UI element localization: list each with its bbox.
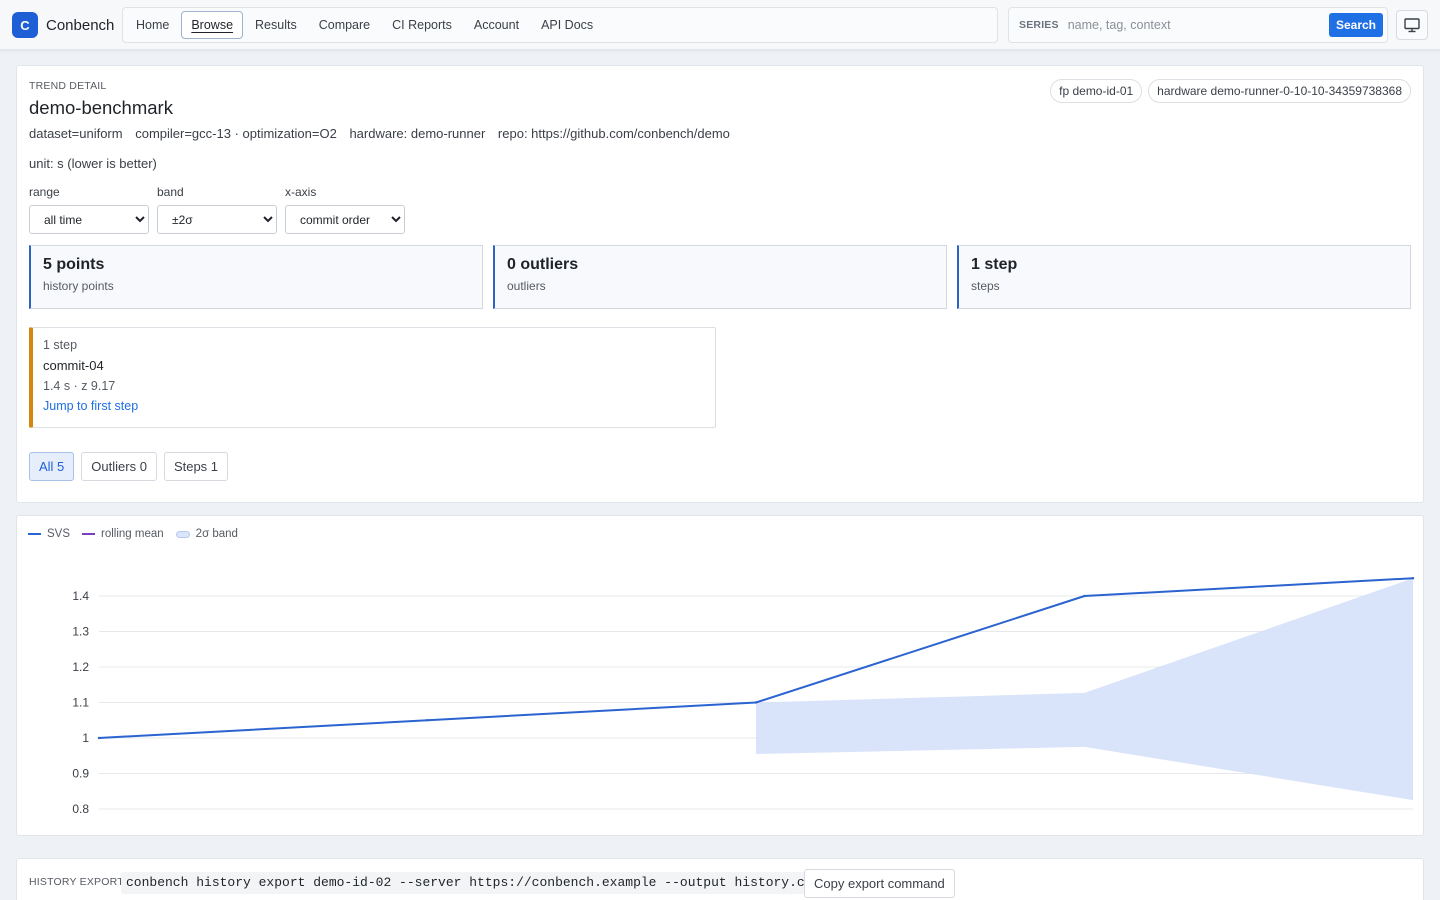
nav-account[interactable]: Account: [464, 11, 529, 39]
hardware-pill: hardware demo-runner-0-10-10-34359738368: [1148, 79, 1411, 103]
legend-label: 2σ band: [195, 528, 238, 540]
chart-legend: SVS rolling mean 2σ band: [28, 528, 238, 540]
meta-repo: repo: https://github.com/conbench/demo: [497, 126, 730, 141]
export-command: conbench history export demo-id-02 --ser…: [121, 872, 826, 894]
legend-item-svs[interactable]: SVS: [28, 528, 70, 540]
step-summary-card: 1 step commit-04 1.4 s · z 9.17 Jump to …: [29, 327, 716, 428]
brand-logo: C: [12, 12, 38, 38]
y-tick-label: 0.8: [72, 802, 89, 816]
y-tick-label: 1.4: [72, 589, 89, 603]
trend-eyebrow: TREND DETAIL: [29, 80, 107, 92]
data-point: [1411, 577, 1415, 580]
x-axis-select[interactable]: commit order: [285, 205, 405, 234]
range-select[interactable]: all time: [29, 205, 149, 234]
trend-pills: fp demo-id-01 hardware demo-runner-0-10-…: [1050, 79, 1411, 103]
point-filters: All 5 Outliers 0 Steps 1: [29, 452, 229, 481]
y-tick-label: 1.2: [72, 660, 89, 674]
x-axis-label: x-axis: [285, 185, 317, 199]
trend-detail-card: TREND DETAIL demo-benchmark fp demo-id-0…: [16, 65, 1424, 503]
series-search: SERIES Search: [1008, 7, 1388, 43]
nav-ci-reports[interactable]: CI Reports: [382, 11, 462, 39]
band-select[interactable]: ±2σ: [157, 205, 277, 234]
data-point: [97, 736, 101, 740]
nav-browse[interactable]: Browse: [181, 11, 244, 39]
stat-value: 0 outliers: [507, 256, 579, 273]
trend-chart[interactable]: 0.8 0.9 1 1.1 1.2 1.3 1.4: [17, 516, 1423, 835]
legend-label: rolling mean: [101, 528, 164, 540]
y-tick-label: 1.1: [72, 696, 89, 710]
x-axis-control: x-axis commit order: [285, 185, 405, 234]
legend-item-rolling-mean[interactable]: rolling mean: [82, 528, 164, 540]
search-label: SERIES: [1019, 19, 1059, 31]
nav-api-docs[interactable]: API Docs: [531, 11, 603, 39]
meta-compiler: compiler=gcc-13 · optimization=O2: [135, 126, 337, 141]
legend-label: SVS: [47, 528, 71, 540]
fingerprint-pill: fp demo-id-01: [1050, 79, 1143, 103]
brand-name: Conbench: [46, 16, 115, 34]
meta-hardware: hardware: demo-runner: [349, 126, 486, 141]
stat-label: history points: [43, 279, 114, 293]
export-label: HISTORY EXPORT: [29, 876, 124, 888]
y-tick-label: 0.9: [72, 767, 89, 781]
legend-item-band[interactable]: 2σ band: [175, 528, 238, 540]
band-control: band ±2σ: [157, 185, 277, 234]
range-control: range all time: [29, 185, 149, 234]
copy-export-button[interactable]: Copy export command: [804, 869, 955, 898]
stat-label: outliers: [507, 279, 546, 293]
sigma-band: [756, 578, 1413, 801]
jump-to-step-link[interactable]: Jump to first step: [43, 399, 138, 413]
nav-home[interactable]: Home: [126, 11, 179, 39]
meta-dataset: dataset=uniform: [29, 126, 123, 141]
stat-value: 1 step: [971, 256, 1018, 273]
band-label: band: [157, 185, 184, 199]
search-input[interactable]: [1067, 18, 1330, 32]
step-detail: 1.4 s · z 9.17: [43, 379, 116, 393]
stat-steps: 1 step steps: [957, 245, 1411, 309]
y-tick-label: 1: [82, 731, 89, 745]
trend-chart-card: 0.8 0.9 1 1.1 1.2 1.3 1.4 SVS rolling mean 2σ …: [16, 515, 1424, 836]
main-nav: Home Browse Results Compare CI Reports A…: [122, 7, 998, 43]
data-point: [426, 719, 429, 722]
filter-all-button[interactable]: All 5: [29, 452, 75, 481]
data-point: [1083, 594, 1086, 598]
legend-swatch: [28, 533, 41, 535]
legend-swatch: [82, 533, 96, 535]
page-title: demo-benchmark: [29, 97, 173, 118]
stat-outliers: 0 outliers outliers: [493, 245, 947, 309]
unit-text: unit: s (lower is better): [29, 156, 157, 171]
stat-label: steps: [971, 279, 1000, 293]
nav-compare[interactable]: Compare: [309, 11, 380, 39]
filter-steps-button[interactable]: Steps 1: [163, 452, 229, 481]
search-button[interactable]: Search: [1329, 13, 1383, 37]
brand[interactable]: C Conbench: [12, 12, 114, 38]
step-heading: 1 step: [43, 338, 78, 352]
range-label: range: [29, 185, 60, 199]
display-toggle-button[interactable]: [1396, 10, 1428, 40]
filter-outliers-button[interactable]: Outliers 0: [81, 452, 157, 481]
stat-value: 5 points: [43, 256, 105, 273]
chart-controls: range all time band ±2σ x-axis commit or…: [29, 185, 405, 234]
stat-points: 5 points history points: [29, 245, 483, 309]
y-tick-label: 1.3: [72, 625, 89, 639]
trend-meta: dataset=uniform compiler=gcc-13 · optimi…: [29, 126, 739, 141]
nav-results[interactable]: Results: [245, 11, 307, 39]
top-bar: C Conbench Home Browse Results Compare C…: [0, 0, 1440, 50]
stats-row: 5 points history points 0 outliers outli…: [29, 245, 1411, 309]
legend-swatch: [175, 530, 190, 538]
step-commit: commit-04: [43, 358, 104, 373]
data-point: [754, 701, 758, 704]
monitor-icon: [1404, 17, 1420, 32]
history-export-card: HISTORY EXPORT conbench history export d…: [16, 858, 1424, 900]
